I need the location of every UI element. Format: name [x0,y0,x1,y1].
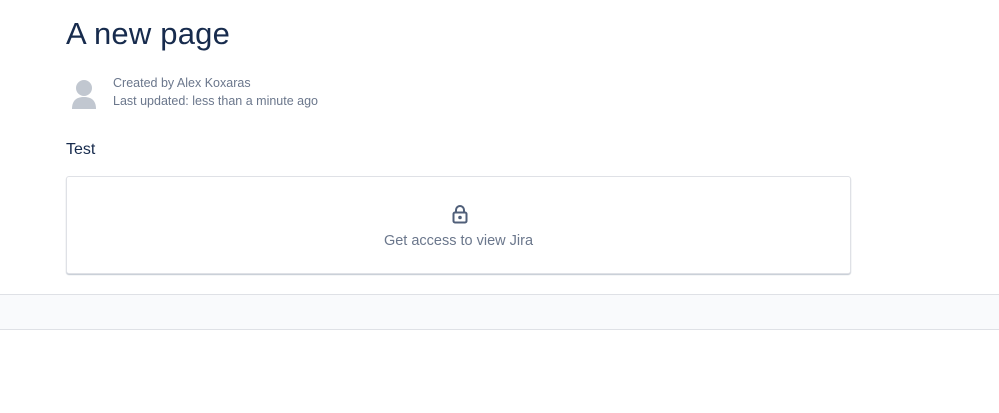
page-body-text: Test [66,141,96,158]
page-title: A new page [66,16,231,51]
lock-icon [451,204,469,224]
get-access-label[interactable]: Get access to view Jira [67,231,850,251]
user-avatar-icon[interactable] [70,78,98,110]
last-updated-text: Last updated: less than a minute ago [113,94,319,108]
page-footer-band [0,294,999,330]
jira-macro-placeholder[interactable]: Get access to view Jira [66,176,851,274]
byline-meta: Created by Alex Koxaras Last updated: le… [113,74,318,110]
created-by-text: Created by Alex Koxaras [113,76,251,90]
confluence-page: A new page Created by Alex Koxaras Last … [0,0,999,413]
